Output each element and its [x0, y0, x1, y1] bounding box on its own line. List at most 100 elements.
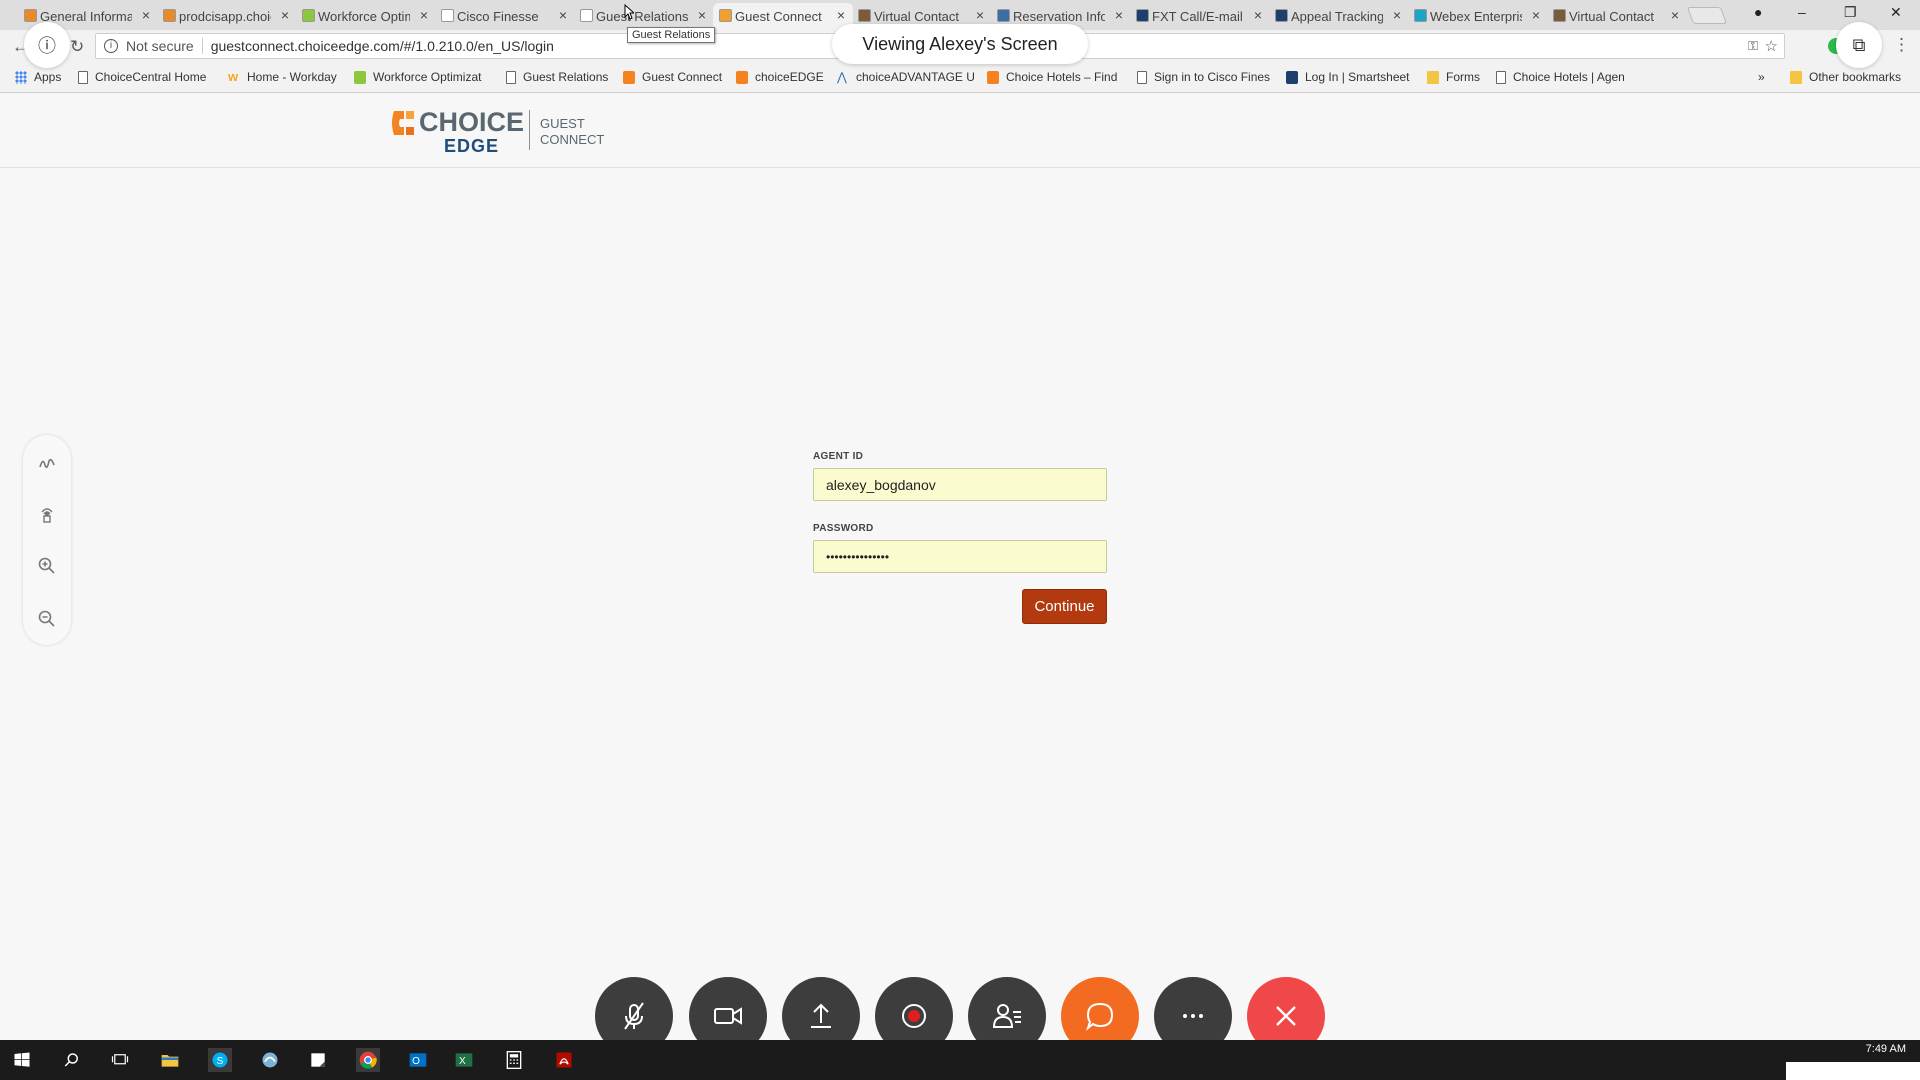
tab-close-icon[interactable]: ×: [698, 7, 706, 23]
password-input[interactable]: •••••••••••••••: [813, 540, 1107, 573]
svg-text:O: O: [412, 1056, 420, 1067]
tab-close-icon[interactable]: ×: [420, 7, 428, 23]
choice-logo-mark-icon: [392, 111, 414, 135]
excel-icon[interactable]: X: [452, 1048, 476, 1072]
reload-icon[interactable]: ↻: [70, 37, 84, 57]
page-icon: [506, 70, 516, 84]
sticky-notes-icon[interactable]: [306, 1048, 330, 1072]
bookmark-item[interactable]: Apps: [15, 70, 61, 84]
more-dots-icon: [1183, 1014, 1203, 1018]
webex-layout-button[interactable]: ⧉: [1836, 22, 1882, 68]
bookmark-item[interactable]: w Home - Workday: [228, 68, 337, 85]
browser-tab[interactable]: Guest Connect ×: [713, 3, 853, 30]
bookmarks-overflow-button[interactable]: »: [1758, 70, 1765, 84]
tab-title: FXT Call/E-mail: [1152, 9, 1243, 24]
bookmark-item[interactable]: Choice Hotels | Agen: [1496, 70, 1625, 84]
chrome-icon[interactable]: [356, 1048, 380, 1072]
minimize-button[interactable]: –: [1798, 4, 1806, 20]
bookmark-item[interactable]: Sign in to Cisco Fines: [1137, 70, 1270, 84]
browser-tab[interactable]: Workforce Optimization ×: [296, 3, 436, 30]
tab-favicon-icon: [163, 9, 176, 22]
tab-close-icon[interactable]: ×: [976, 7, 984, 23]
skype-icon[interactable]: S: [208, 1048, 232, 1072]
task-view-icon[interactable]: [108, 1048, 132, 1072]
logo-edge-text: EDGE: [444, 136, 500, 156]
bookmark-item[interactable]: Choice Hotels – Find: [987, 70, 1117, 84]
other-bookmarks-label: Other bookmarks: [1809, 70, 1902, 84]
close-x-icon: [1276, 1006, 1296, 1026]
security-status: Not secure: [126, 38, 194, 54]
profile-icon[interactable]: ●: [1754, 4, 1762, 20]
bookmark-item[interactable]: Guest Relations: [506, 70, 608, 84]
tab-title: Virtual Contact: [874, 9, 960, 24]
tab-close-icon[interactable]: ×: [837, 7, 845, 23]
new-tab-button[interactable]: [1686, 7, 1728, 24]
browser-tab[interactable]: Appeal Tracking ×: [1269, 3, 1409, 30]
chrome-menu-icon[interactable]: ⋮: [1893, 35, 1910, 55]
url-text[interactable]: guestconnect.choiceedge.com/#/1.0.210.0/…: [211, 38, 554, 54]
tab-favicon-icon: [1275, 9, 1288, 22]
bookmark-item[interactable]: Guest Connect: [623, 70, 722, 84]
tab-favicon-icon: [719, 9, 732, 22]
page-icon: [78, 70, 88, 84]
tab-close-icon[interactable]: ×: [1393, 7, 1401, 23]
tab-title: General Information: [40, 9, 132, 24]
bookmark-item[interactable]: Workforce Optimizat: [354, 70, 481, 84]
bookmark-item[interactable]: Log In | Smartsheet: [1286, 70, 1410, 84]
bookmark-item[interactable]: ⋀ choiceADVANTAGE U: [837, 70, 975, 84]
tab-close-icon[interactable]: ×: [1254, 7, 1262, 23]
continue-button[interactable]: Continue: [1022, 589, 1107, 624]
browser-tab[interactable]: prodcisapp.choice ×: [157, 3, 297, 30]
browser-tab[interactable]: FXT Call/E-mail ×: [1130, 3, 1270, 30]
tab-title: Appeal Tracking: [1291, 9, 1383, 24]
record-icon: [902, 1004, 926, 1028]
windows-start-icon[interactable]: [10, 1048, 34, 1072]
bookmark-item[interactable]: choiceEDGE: [736, 70, 824, 84]
zoom-out-icon[interactable]: [37, 609, 57, 629]
browser-tab[interactable]: Virtual Contact ×: [1547, 3, 1687, 30]
bookmark-item[interactable]: ChoiceCentral Home: [78, 70, 206, 84]
zoom-in-icon[interactable]: [37, 556, 57, 576]
bookmark-item[interactable]: Forms: [1427, 70, 1480, 84]
file-explorer-icon[interactable]: [158, 1048, 182, 1072]
calculator-icon[interactable]: [502, 1048, 526, 1072]
logo-choice-text: CHOICE: [419, 107, 525, 137]
bookmark-label: choiceEDGE: [755, 70, 824, 84]
tab-title: Webex Enterprise: [1430, 9, 1522, 24]
outlook-icon[interactable]: O: [406, 1048, 430, 1072]
bookmark-label: Workforce Optimizat: [373, 70, 482, 84]
remote-control-icon[interactable]: [37, 504, 57, 524]
choice-icon: [987, 70, 999, 84]
tab-close-icon[interactable]: ×: [142, 7, 150, 23]
wfo-icon: [354, 70, 366, 84]
tab-close-icon[interactable]: ×: [281, 7, 289, 23]
key-icon[interactable]: ⚿: [1748, 38, 1758, 54]
workday-icon: w: [228, 68, 239, 84]
browser-tab[interactable]: Webex Enterprise ×: [1408, 3, 1548, 30]
webex-info-button[interactable]: ⓘ: [24, 22, 70, 68]
bookmark-label: Home - Workday: [247, 70, 337, 84]
browser-tab[interactable]: Guest Relations ×: [574, 3, 714, 30]
tab-close-icon[interactable]: ×: [1115, 7, 1123, 23]
agent-id-input[interactable]: alexey_bogdanov: [813, 468, 1107, 501]
search-icon[interactable]: [60, 1048, 84, 1072]
restore-button[interactable]: ❐: [1844, 4, 1857, 21]
app-icon[interactable]: [258, 1048, 282, 1072]
tab-close-icon[interactable]: ×: [559, 7, 567, 23]
choice-icon: [623, 70, 635, 84]
tray-area: [1786, 1062, 1920, 1080]
annotate-pen-icon[interactable]: [37, 453, 57, 473]
tab-close-icon[interactable]: ×: [1671, 7, 1679, 23]
taskbar-clock: 7:49 AM: [1865, 1043, 1906, 1055]
info-icon[interactable]: i: [104, 39, 118, 53]
pdf-reader-icon[interactable]: [552, 1048, 576, 1072]
tab-title: Cisco Finesse: [457, 9, 539, 24]
agent-id-label: AGENT ID: [813, 451, 864, 462]
info-circle-icon: ⓘ: [38, 36, 56, 56]
other-bookmarks-folder[interactable]: Other bookmarks: [1790, 70, 1901, 84]
bookmark-star-icon[interactable]: ☆: [1765, 37, 1778, 55]
browser-tab[interactable]: Cisco Finesse ×: [435, 3, 575, 30]
tab-tooltip: Guest Relations: [627, 27, 716, 43]
close-window-button[interactable]: ✕: [1890, 4, 1902, 21]
tab-close-icon[interactable]: ×: [1532, 7, 1540, 23]
